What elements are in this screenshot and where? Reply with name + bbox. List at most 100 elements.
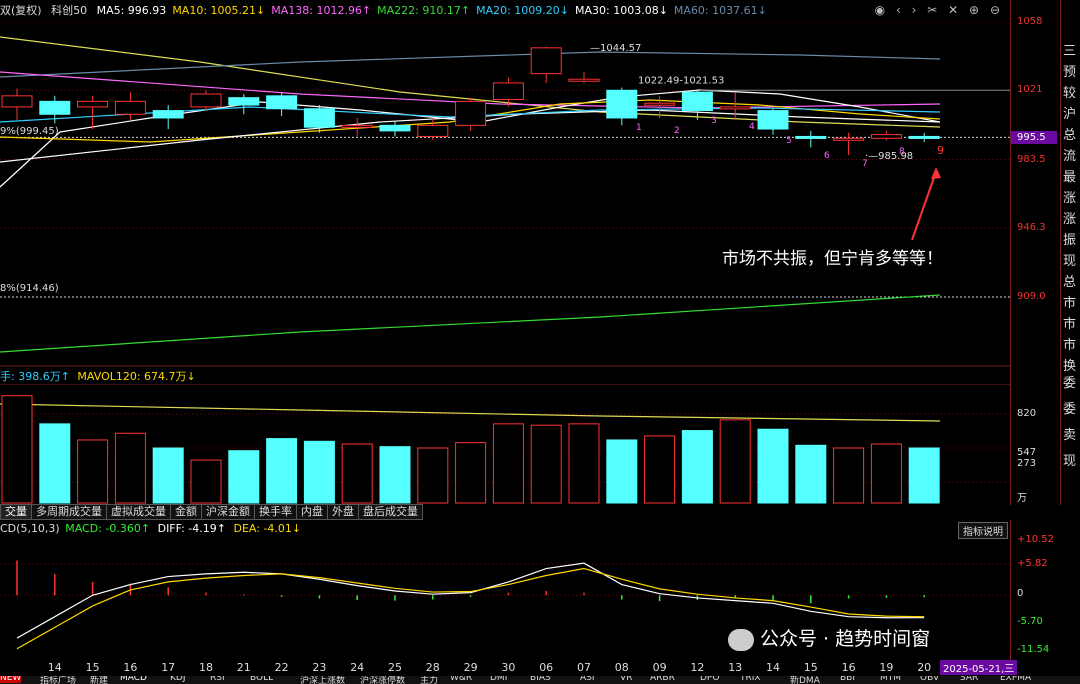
quote-field-label: 涨 [1063, 191, 1077, 206]
indicator-tab[interactable]: 新DMA [790, 676, 820, 684]
indicator-tab[interactable]: MACD [120, 676, 147, 683]
indicator-tab[interactable]: W&R [450, 676, 472, 683]
macd-axis-label: -5.70 [1017, 616, 1043, 627]
volume-tab[interactable]: 金额 [170, 504, 202, 520]
indicator-tab[interactable]: ARBR [650, 676, 675, 683]
volume-axis-label: 万 [1017, 493, 1027, 504]
indicator-tab[interactable]: 新建 [90, 676, 108, 684]
indicator-help-button[interactable]: 指标说明 [958, 522, 1008, 539]
macd-value: MACD: -0.360↑ [65, 522, 151, 535]
volume-bar [606, 439, 638, 504]
volume-tab[interactable]: 内盘 [296, 504, 328, 520]
indicator-tab[interactable]: OBV [920, 676, 939, 683]
left-pct-label: 8%(914.46) [0, 283, 59, 294]
indicator-tab[interactable]: RSI [210, 676, 225, 683]
date-label: 18 [199, 661, 213, 674]
high-label: —1044.57 [590, 43, 641, 54]
indicator-tab[interactable]: DPO [700, 676, 719, 683]
indicator-tab[interactable]: BBI [840, 676, 855, 683]
indicator-tab[interactable]: 沪深上涨数 [300, 676, 345, 684]
count-label: 3 [711, 116, 717, 126]
indicator-tab[interactable]: ASI [580, 676, 595, 683]
macd-axis: +10.52 +5.82 0 -5.70 -11.54 [1010, 520, 1080, 660]
volume-bar [341, 443, 373, 504]
quote-panel: 三预较沪总流最涨涨振现总市市市换委委卖现 [1060, 0, 1080, 505]
tools-icon[interactable]: ✂ [927, 3, 937, 17]
indicator-tab[interactable]: BOLL [250, 676, 273, 683]
indicator-tab[interactable]: 沪深涨停数 [360, 676, 405, 684]
zoom-in-icon[interactable]: ⊕ [969, 3, 979, 17]
volume-tab[interactable]: 换手率 [254, 504, 297, 520]
quote-field-label: 总 [1063, 275, 1077, 290]
volume-tab[interactable]: 多周期成交量 [31, 504, 107, 520]
volume-bar [303, 440, 335, 504]
quote-field-label: 委 [1063, 376, 1077, 391]
index-name: 科创50 [51, 4, 88, 17]
indicator-tab[interactable]: TRIX [740, 676, 761, 683]
mid-label: 1022.49-1021.53 [638, 76, 724, 87]
volume-bar [681, 430, 713, 504]
price-label: 1058 [1017, 16, 1043, 27]
quote-field-label: 市 [1063, 338, 1077, 353]
price-axis: 1058 1021 995.5 983.5 946.3 909.0 820 547 273 万 [1010, 0, 1061, 505]
watermark-text: 公众号 · 趋势时间窗 [760, 628, 931, 650]
volume-tab[interactable]: 交量 [0, 504, 32, 520]
eye-icon[interactable]: ◉ [875, 3, 885, 17]
indicator-tab[interactable]: BIAS [530, 676, 551, 683]
quote-field-label: 市 [1063, 317, 1077, 332]
candle [833, 132, 865, 155]
candle [114, 92, 146, 120]
indicator-tab-bar: NEW 指标广场 新建 MACD KDJ RSI BOLL 沪深上涨数 沪深涨停数 主力 W&R DM… [0, 676, 1080, 684]
next-icon[interactable]: › [912, 3, 917, 17]
candle [530, 46, 562, 83]
price-label: 946.3 [1017, 222, 1046, 234]
date-label: 30 [501, 661, 516, 674]
zoom-out-icon[interactable]: ⊖ [990, 3, 1000, 17]
candle [190, 90, 222, 111]
count-label: 8 [899, 147, 905, 157]
indicator-tab[interactable]: MTM [880, 676, 901, 683]
date-label: 22 [274, 661, 289, 674]
volume-bar [417, 447, 449, 504]
left-pct-label: 9%(999.45) [0, 126, 59, 137]
macd-axis-label: +5.82 [1017, 558, 1048, 569]
ma-legend-item: MA60: 1037.61↓ [673, 4, 767, 17]
volume-tab[interactable]: 虚拟成交量 [106, 504, 171, 520]
indicator-tab[interactable]: KDJ [170, 676, 186, 683]
indicator-tab[interactable]: DMI [490, 676, 507, 683]
diff-value: DIFF: -4.19↑ [157, 522, 226, 535]
close-icon[interactable]: ✕ [948, 3, 958, 17]
dea-value: DEA: -4.01↓ [233, 522, 302, 535]
ma-legend: MA5: 996.93 MA10: 1005.21↓ MA138: 1012.96↑… [97, 4, 773, 17]
date-label: 13 [728, 661, 743, 674]
volume-chart[interactable] [0, 384, 1010, 504]
wechat-icon [728, 628, 754, 651]
prev-icon[interactable]: ‹ [896, 3, 901, 17]
indicator-tab[interactable]: NEW [0, 676, 22, 683]
date-label: 06 [539, 661, 554, 674]
candle [757, 108, 789, 135]
indicator-tab[interactable]: EXPMA [1000, 676, 1031, 683]
volume-tab[interactable]: 沪深金额 [201, 504, 255, 520]
date-label: 08 [614, 661, 629, 674]
volume-bar [152, 447, 184, 504]
volume-bar [1, 395, 33, 504]
kline-chart[interactable]: —1044.57 1022.49-1021.53 ·—985.98 9%(999.45… [0, 22, 1010, 367]
candle [152, 105, 184, 130]
indicator-tab[interactable]: 主力 [420, 676, 438, 684]
volume-tab[interactable]: 外盘 [327, 504, 359, 520]
date-label: 14 [766, 661, 780, 674]
indicator-tab[interactable]: VR [620, 676, 632, 683]
indicator-tab[interactable]: 指标广场 [40, 676, 76, 684]
volume-bar [114, 432, 146, 504]
indicator-tab[interactable]: SAR [960, 676, 978, 683]
chart-header: 双(复权) 科创50 MA5: 996.93 MA10: 1005.21↓ MA13… [0, 0, 1010, 22]
annotation-arrow [911, 171, 937, 241]
date-label: 19 [879, 661, 894, 674]
candle [908, 132, 940, 142]
quote-field-label: 现 [1063, 254, 1077, 269]
watermark: 公众号 · 趋势时间窗 [728, 624, 930, 651]
date-label: 17 [161, 661, 176, 674]
volume-axis-label: 820 [1017, 408, 1037, 419]
volume-tab[interactable]: 盘后成交量 [358, 504, 423, 520]
